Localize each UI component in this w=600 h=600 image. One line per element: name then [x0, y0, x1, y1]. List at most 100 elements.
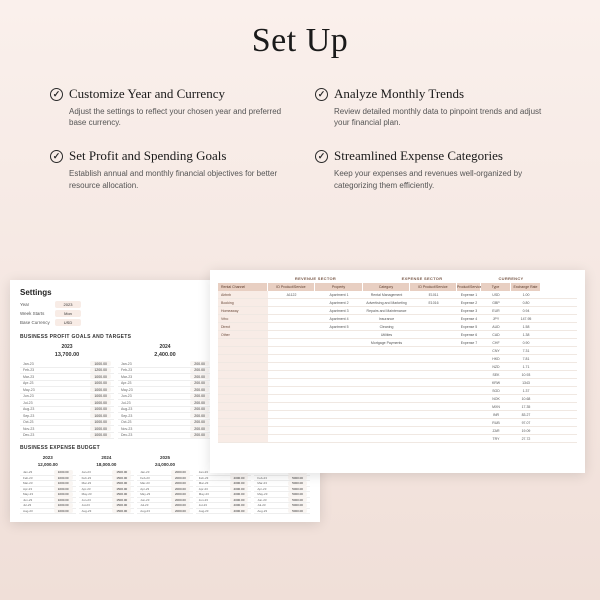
- sector-cell: [218, 363, 268, 370]
- sector-row: NOK10.68: [218, 395, 577, 403]
- check-icon: ✓: [50, 150, 63, 163]
- sector-cell: [410, 427, 457, 434]
- sector-cell: 1.71: [511, 363, 541, 370]
- sector-group-header: EXPENSE SECTOR: [363, 276, 481, 281]
- sector-cell: [457, 347, 481, 354]
- feature-title: Customize Year and Currency: [69, 86, 225, 102]
- sector-cell: [315, 339, 363, 346]
- sector-cell: Booking: [218, 299, 268, 306]
- sector-cell: [218, 411, 268, 418]
- sector-cell: [363, 411, 410, 418]
- sector-cell: Expense 4: [457, 315, 481, 322]
- sector-cell: [363, 379, 410, 386]
- sector-cell: 0.94: [511, 307, 541, 314]
- sector-cell: [457, 387, 481, 394]
- feature-title: Analyze Monthly Trends: [334, 86, 464, 102]
- sector-cell: 1343: [511, 379, 541, 386]
- year-block: 2024 18,000.00Jan-231500.00Feb-231500.00…: [79, 455, 135, 514]
- sector-cell: [268, 323, 315, 330]
- sector-cell: [218, 387, 268, 394]
- sector-col-header: Property: [315, 283, 363, 291]
- sector-cell: [218, 419, 268, 426]
- sector-cell: JPY: [481, 315, 511, 322]
- sector-cell: [218, 347, 268, 354]
- sector-cell: CHF: [481, 339, 511, 346]
- feature-desc: Adjust the settings to reflect your chos…: [50, 106, 285, 128]
- sector-cell: Expense 2: [457, 299, 481, 306]
- sector-cell: E1016: [410, 299, 457, 306]
- sector-cell: [410, 323, 457, 330]
- page-title: Set Up: [0, 0, 600, 86]
- sector-cell: 1.58: [511, 323, 541, 330]
- sector-cell: TRY: [481, 435, 511, 442]
- sector-row: HKD7.81: [218, 355, 577, 363]
- sector-cell: [363, 395, 410, 402]
- sector-cell: [268, 395, 315, 402]
- sector-cell: 10.68: [511, 395, 541, 402]
- sector-cell: 27.72: [511, 435, 541, 442]
- sector-row: INR83.27: [218, 411, 577, 419]
- month-row: Aug-235000.00: [254, 509, 310, 515]
- sector-cell: [218, 395, 268, 402]
- sector-cell: [315, 331, 363, 338]
- year-total: 13,700.00: [20, 352, 114, 358]
- sector-cell: Expense 5: [457, 323, 481, 330]
- sector-cell: [218, 435, 268, 442]
- year-block: 2023 12,000.00Jan-231000.00Feb-231000.00…: [20, 455, 76, 514]
- settings-value[interactable]: 2023: [55, 301, 81, 308]
- sector-cell: Expense 3: [457, 307, 481, 314]
- sector-cell: [410, 355, 457, 362]
- settings-value[interactable]: Mon: [55, 310, 81, 317]
- year-block: 2023 13,700.00Jan-231000.00Feb-231200.00…: [20, 344, 114, 439]
- sector-cell: [363, 347, 410, 354]
- year-total: 12,000.00: [20, 462, 76, 467]
- sector-cell: [410, 395, 457, 402]
- sector-cell: [268, 419, 315, 426]
- sector-row: NZD1.71: [218, 363, 577, 371]
- sector-cell: A1122: [268, 291, 315, 298]
- sector-cell: [457, 379, 481, 386]
- sector-cell: [363, 435, 410, 442]
- year-block: 2025 24,000.00Jan-232000.00Feb-232000.00…: [137, 455, 193, 514]
- settings-value[interactable]: USD: [55, 319, 81, 326]
- sector-cell: MXN: [481, 403, 511, 410]
- sector-cell: [457, 403, 481, 410]
- sector-cell: [410, 411, 457, 418]
- sector-row: TRY27.72: [218, 435, 577, 443]
- month-row: Aug-231000.00: [20, 509, 76, 515]
- sector-cell: NZD: [481, 363, 511, 370]
- year-head: 2023: [20, 344, 114, 350]
- sector-cell: 147.95: [511, 315, 541, 322]
- feature-item: ✓ Customize Year and Currency Adjust the…: [50, 86, 285, 128]
- sector-cell: [410, 379, 457, 386]
- check-icon: ✓: [50, 88, 63, 101]
- sector-cell: [457, 435, 481, 442]
- sector-cell: Mortgage Payments: [363, 339, 410, 346]
- year-total: 2,400.00: [118, 352, 212, 358]
- sector-cell: [410, 419, 457, 426]
- sector-cell: [410, 339, 457, 346]
- sector-row: DirectApartment 5CleaningExpense 5AUD1.5…: [218, 323, 577, 331]
- sector-row: OtherUtilitiesExpense 6CAD1.38: [218, 331, 577, 339]
- sector-cell: [315, 371, 363, 378]
- sector-cell: [410, 363, 457, 370]
- settings-label: Base Currency: [20, 320, 55, 325]
- sector-cell: [268, 379, 315, 386]
- feature-title: Streamlined Expense Categories: [334, 148, 503, 164]
- sector-cell: [363, 371, 410, 378]
- sector-cell: Apartment 4: [315, 315, 363, 322]
- sector-col-header: Rental Channel: [218, 283, 268, 291]
- sector-cell: [315, 395, 363, 402]
- sectors-panel: REVENUE SECTOREXPENSE SECTORCURRENCY Ren…: [210, 270, 585, 473]
- sector-cell: [268, 435, 315, 442]
- sector-cell: 1.37: [511, 387, 541, 394]
- sector-cell: [268, 387, 315, 394]
- sector-cell: Expense 6: [457, 331, 481, 338]
- sector-cell: [457, 371, 481, 378]
- sector-row: Mortgage PaymentsExpense 7CHF0.90: [218, 339, 577, 347]
- sector-cell: [268, 347, 315, 354]
- sector-cell: Vrbo: [218, 315, 268, 322]
- sector-cell: [410, 387, 457, 394]
- sector-cell: [315, 435, 363, 442]
- sector-cell: 17.35: [511, 403, 541, 410]
